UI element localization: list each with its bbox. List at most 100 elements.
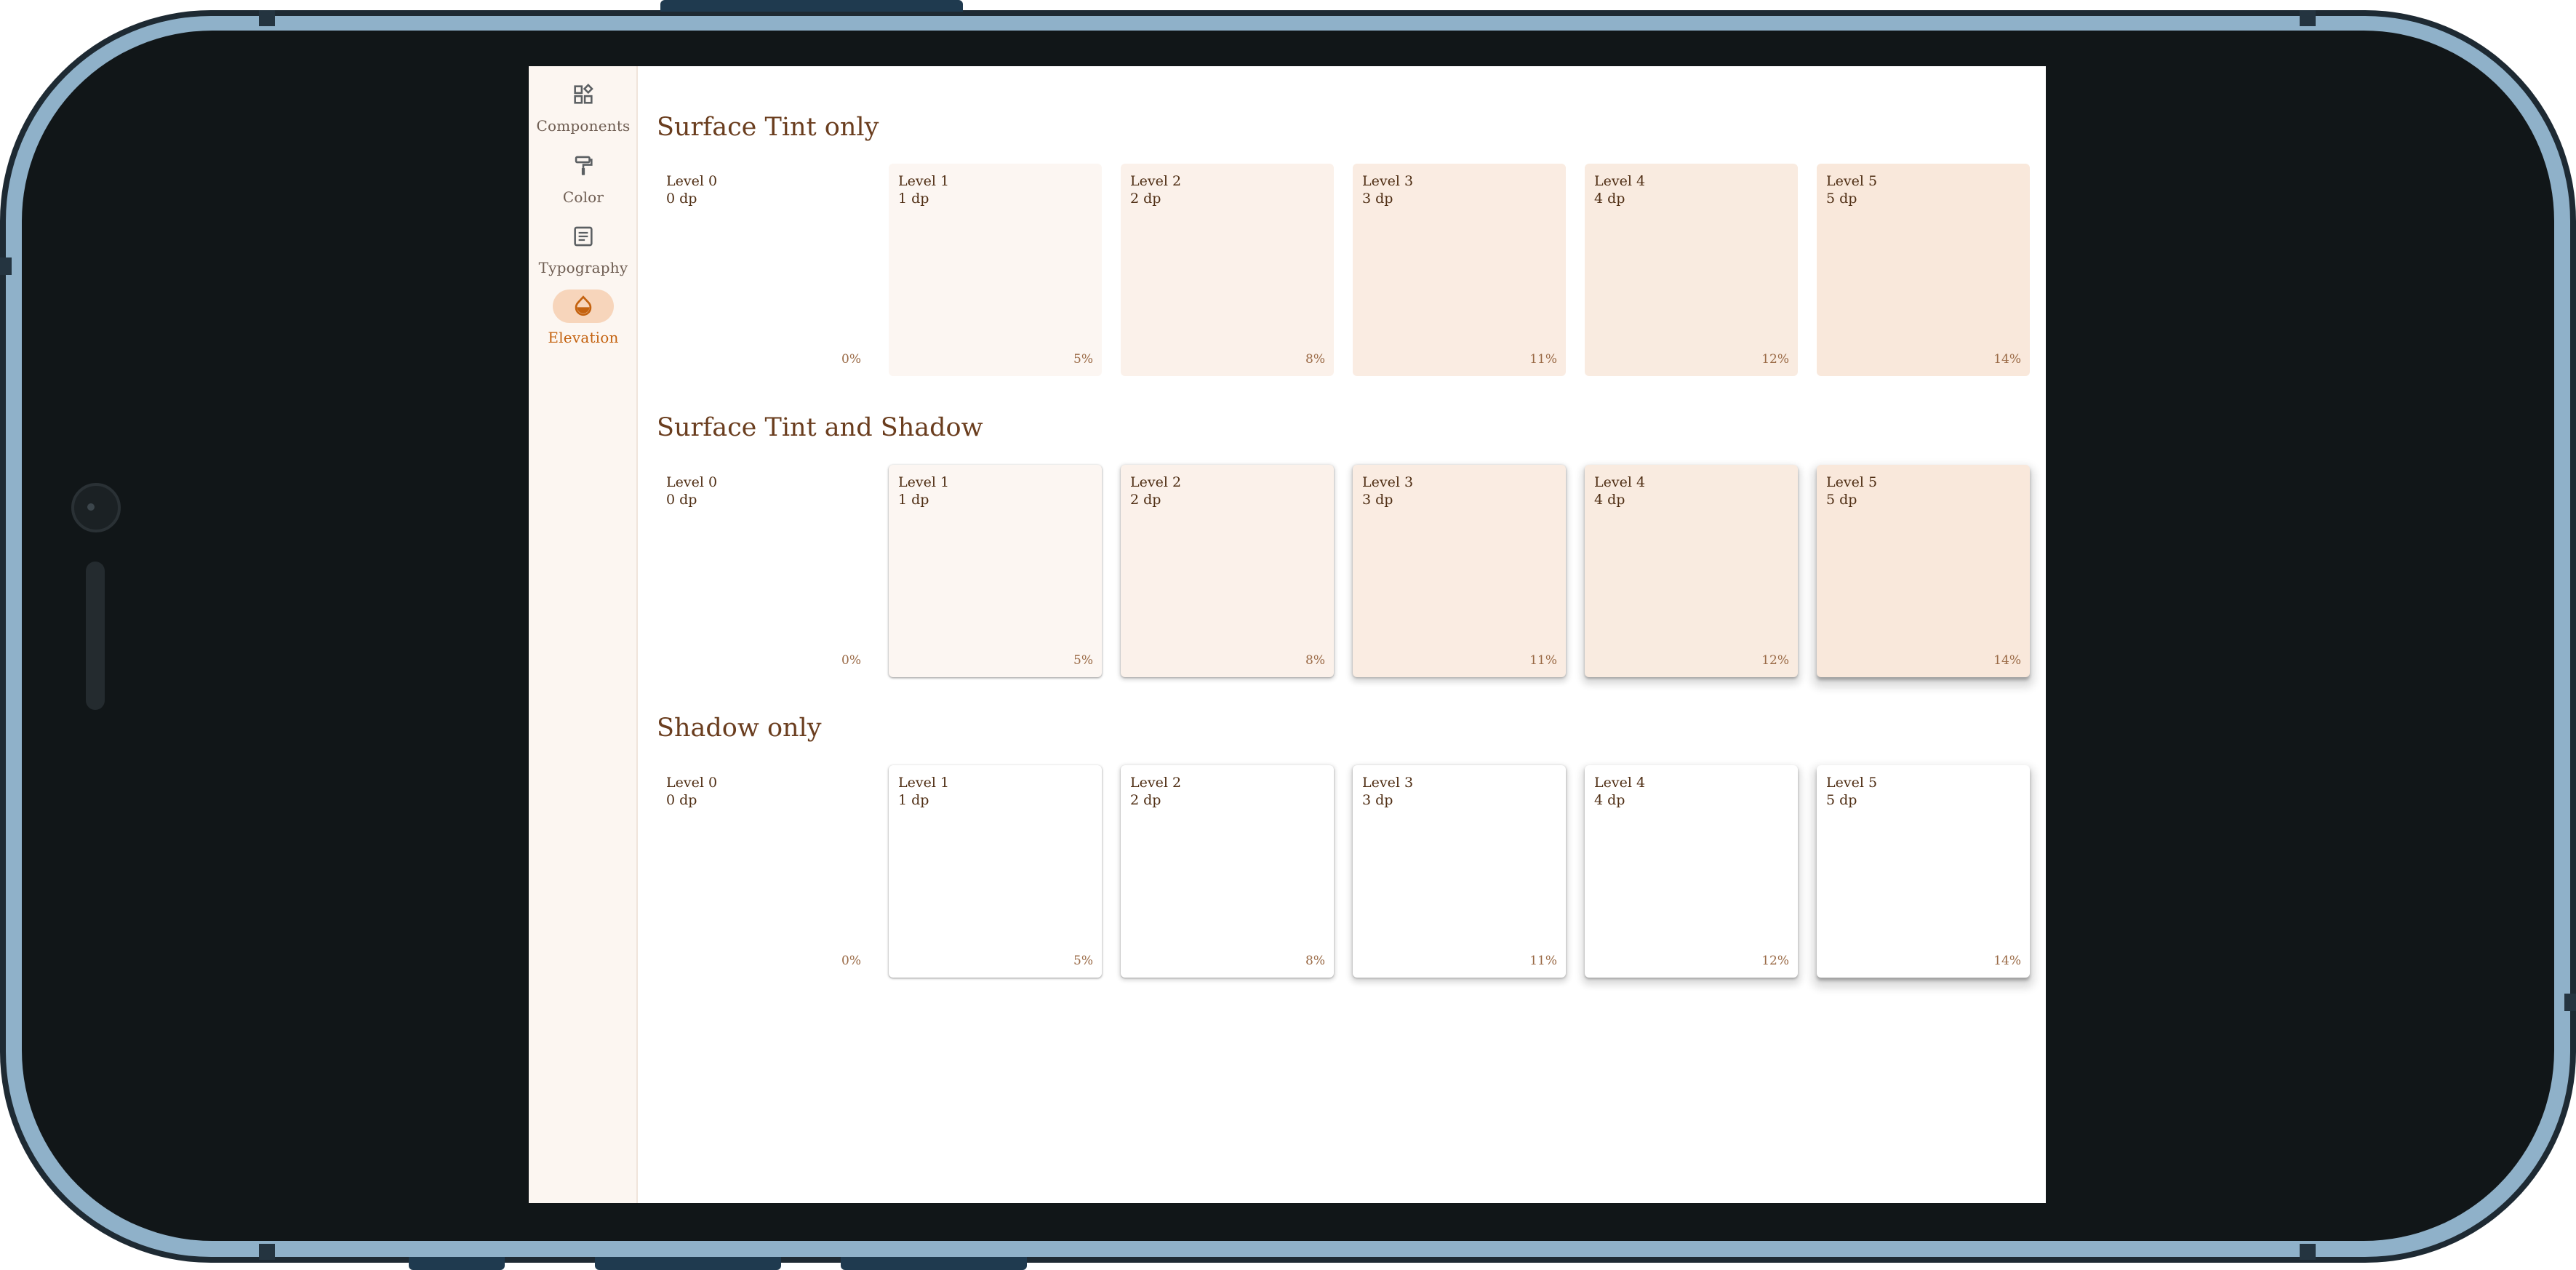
elevation-tile-level-3: Level 33 dp 11% — [1353, 765, 1566, 978]
tile-tint-percent: 12% — [1761, 352, 1789, 367]
nav-item-components[interactable]: Components — [529, 78, 638, 135]
elevation-content: Surface Tint only Level 00 dp 0% Level 11 … — [638, 66, 2046, 1203]
tile-tint-percent: 8% — [1305, 352, 1325, 367]
tile-tint-percent: 8% — [1305, 653, 1325, 668]
elevation-tile-level-0: Level 0 0 dp 0% — [657, 164, 870, 376]
nav-label: Components — [536, 117, 631, 135]
device-antenna-seam — [259, 1244, 275, 1260]
device-top-button — [660, 0, 963, 12]
tile-level-label: Level 4 — [1594, 775, 1646, 791]
nav-item-typography[interactable]: Typography — [529, 220, 638, 276]
elevation-tile-level-5: Level 55 dp 14% — [1817, 765, 2030, 978]
tile-dp-label: 0 dp — [666, 492, 697, 508]
elevation-tile-level-0: Level 00 dp 0% — [657, 465, 870, 677]
device-bottom-button — [409, 1257, 505, 1270]
tile-dp-label: 2 dp — [1130, 792, 1161, 808]
section-title: Surface Tint and Shadow — [657, 413, 983, 442]
elevation-tile-level-4: Level 44 dp 12% — [1585, 765, 1798, 978]
tile-dp-label: 3 dp — [1362, 792, 1393, 808]
tile-dp-label: 0 dp — [666, 191, 697, 207]
tile-dp-label: 5 dp — [1826, 191, 1857, 207]
tile-dp-label: 4 dp — [1594, 492, 1625, 508]
front-camera — [71, 483, 121, 532]
section-title: Shadow only — [657, 714, 822, 743]
article-icon — [574, 226, 593, 247]
nav-label: Color — [562, 188, 604, 206]
tile-dp-label: 3 dp — [1362, 191, 1393, 207]
tile-tint-percent: 0% — [841, 352, 861, 367]
tile-tint-percent: 14% — [1993, 954, 2021, 968]
tile-dp-label: 5 dp — [1826, 792, 1857, 808]
nav-label: Typography — [538, 259, 628, 276]
tile-level-label: Level 2 — [1130, 474, 1182, 490]
elevation-tile-level-5: Level 5 5 dp 14% — [1817, 465, 2030, 677]
tile-level-label: Level 5 — [1826, 474, 1878, 490]
tile-level-label: Level 5 — [1826, 775, 1878, 791]
tile-dp-label: 1 dp — [898, 792, 929, 808]
tile-dp-label: 2 dp — [1130, 492, 1161, 508]
elevation-tile-level-2: Level 22 dp 8% — [1121, 765, 1334, 978]
elevation-tile-level-1: Level 1 1 dp 5% — [889, 164, 1102, 376]
tile-tint-percent: 14% — [1993, 352, 2021, 367]
earpiece-speaker — [86, 562, 105, 710]
tile-dp-label: 4 dp — [1594, 191, 1625, 207]
tile-level-label: Level 3 — [1362, 775, 1414, 791]
tile-level-label: Level 5 — [1826, 173, 1878, 189]
elevation-tile-level-1: Level 11 dp 5% — [889, 465, 1102, 677]
device-bottom-button — [841, 1257, 1027, 1270]
tile-dp-label: 4 dp — [1594, 792, 1625, 808]
elevation-tile-level-1: Level 11 dp 5% — [889, 765, 1102, 978]
tile-tint-percent: 8% — [1305, 954, 1325, 968]
tile-level-label: Level 3 — [1362, 173, 1414, 189]
nav-icon-container — [553, 220, 614, 253]
tile-dp-label: 1 dp — [898, 191, 929, 207]
tile-level-label: Level 0 — [666, 173, 718, 189]
format-paint-icon — [575, 156, 593, 175]
nav-item-color[interactable]: Color — [529, 149, 638, 206]
tile-level-label: Level 4 — [1594, 474, 1646, 490]
tile-level-label: Level 4 — [1594, 173, 1646, 189]
elevation-tile-level-4: Level 4 4 dp 12% — [1585, 465, 1798, 677]
device-side-seam — [0, 257, 12, 275]
app-window: Components Color Typography Elevation Su… — [529, 66, 2046, 1203]
nav-label: Elevation — [548, 329, 619, 346]
elevation-tile-level-4: Level 4 4 dp 12% — [1585, 164, 1798, 376]
nav-icon-container-active — [553, 289, 614, 323]
device-bottom-button — [595, 1257, 781, 1270]
elevation-tile-level-2: Level 2 2 dp 8% — [1121, 465, 1334, 677]
nav-icon-container — [553, 78, 614, 111]
elevation-tile-level-2: Level 2 2 dp 8% — [1121, 164, 1334, 376]
tile-tint-percent: 5% — [1073, 954, 1093, 968]
device-antenna-seam — [259, 10, 275, 26]
tile-tint-percent: 11% — [1529, 954, 1557, 968]
tile-dp-label: 1 dp — [898, 492, 929, 508]
tile-dp-label: 5 dp — [1826, 492, 1857, 508]
tile-level-label: Level 0 — [666, 474, 718, 490]
tile-level-label: Level 2 — [1130, 775, 1182, 791]
nav-icon-container — [553, 149, 614, 183]
tile-tint-percent: 12% — [1761, 954, 1789, 968]
tile-dp-label: 3 dp — [1362, 492, 1393, 508]
elevation-tile-level-3: Level 33 dp 11% — [1353, 465, 1566, 677]
navigation-rail: Components Color Typography Elevation — [529, 66, 638, 1203]
device-side-seam — [2564, 994, 2576, 1011]
elevation-tile-level-0: Level 00 dp 0% — [657, 765, 870, 978]
device-antenna-seam — [2300, 10, 2316, 26]
invert-colors-icon — [575, 295, 592, 316]
section-title: Surface Tint only — [657, 113, 879, 142]
tile-level-label: Level 2 — [1130, 173, 1182, 189]
elevation-tile-level-5: Level 5 5 dp 14% — [1817, 164, 2030, 376]
tile-tint-percent: 11% — [1529, 352, 1557, 367]
tile-tint-percent: 11% — [1529, 653, 1557, 668]
elevation-tile-level-3: Level 3 3 dp 11% — [1353, 164, 1566, 376]
widgets-icon — [574, 84, 593, 104]
nav-item-elevation[interactable]: Elevation — [529, 289, 638, 346]
device-antenna-seam — [2300, 1244, 2316, 1260]
tile-tint-percent: 12% — [1761, 653, 1789, 668]
tile-level-label: Level 1 — [898, 173, 950, 189]
tile-tint-percent: 14% — [1993, 653, 2021, 668]
tile-level-label: Level 1 — [898, 775, 950, 791]
tile-dp-label: 2 dp — [1130, 191, 1161, 207]
tile-tint-percent: 5% — [1073, 352, 1093, 367]
tile-tint-percent: 5% — [1073, 653, 1093, 668]
